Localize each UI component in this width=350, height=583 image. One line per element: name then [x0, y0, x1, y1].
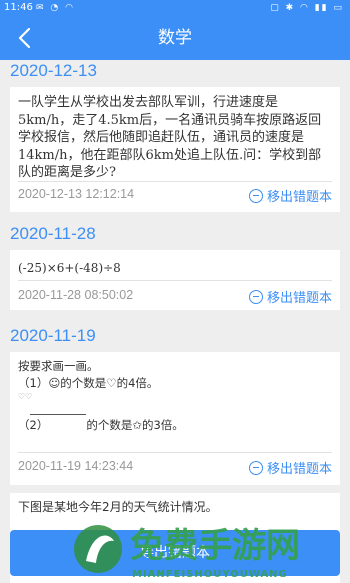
- timestamp: 2020-11-28 08:50:02: [18, 288, 134, 302]
- status-time: 11:46: [4, 2, 33, 13]
- nav-bar: 数学: [0, 16, 350, 60]
- answer-blank: [30, 405, 87, 415]
- remove-label: 移出错题本: [266, 462, 332, 477]
- remove-from-notebook-button[interactable]: 移出错题本: [248, 186, 332, 205]
- question-card[interactable]: (-25)×6+(-48)÷8 2020-11-28 08:50:02 移出错题…: [10, 250, 340, 310]
- question-card[interactable]: 一队学生从学校出发去部队军训，行进速度是5km/h，走了4.5km后，一名通讯员…: [10, 87, 340, 212]
- notification-icons: ✉ ◔ ◠: [36, 3, 75, 13]
- question-card[interactable]: 按要求画一画。 （1）☺的个数是♡的4倍。 ♡♡ （2） 的个数是✩的3倍。 20…: [10, 352, 340, 485]
- date-header: 2020-12-13: [10, 61, 97, 80]
- date-header: 2020-11-28: [10, 224, 96, 243]
- question-text: (-25)×6+(-48)÷8: [18, 261, 121, 275]
- divider: [18, 280, 332, 281]
- minus-circle-icon: [248, 460, 263, 475]
- question-line: （1）☺的个数是♡的4倍。: [18, 376, 159, 390]
- divider: [18, 181, 332, 182]
- date-header: 2020-11-19: [10, 326, 96, 345]
- page-title: 数学: [158, 28, 192, 48]
- system-icons: ▢ ✱ ◠ ▮▮ ▭: [270, 3, 344, 13]
- question-line: 按要求画一画。: [18, 359, 99, 373]
- status-bar: 11:46 ✉ ◔ ◠ ▢ ✱ ◠ ▮▮ ▭: [0, 0, 350, 16]
- remove-label: 移出错题本: [266, 291, 332, 306]
- timestamp: 2020-11-19 14:23:44: [18, 459, 134, 473]
- question-body: 按要求画一画。 （1）☺的个数是♡的4倍。 ♡♡ （2） 的个数是✩的3倍。: [18, 358, 332, 433]
- minus-circle-icon: [248, 289, 263, 304]
- remove-from-notebook-button[interactable]: 移出错题本: [248, 458, 332, 477]
- mistake-list[interactable]: 2020-12-13 一队学生从学校出发去部队军训，行进速度是5km/h，走了4…: [0, 60, 350, 583]
- minus-circle-icon: [248, 188, 263, 203]
- question-line: （2） 的个数是✩的3倍。: [18, 414, 332, 433]
- question-text: 一队学生从学校出发去部队军训，行进速度是5km/h，走了4.5km后，一名通讯员…: [18, 95, 322, 180]
- question-text: 下图是某地今年2月的天气统计情况。: [18, 500, 218, 514]
- divider: [18, 452, 332, 453]
- remove-label: 移出错题本: [266, 190, 332, 205]
- remove-from-notebook-button[interactable]: 移出错题本: [248, 287, 332, 306]
- timestamp: 2020-12-13 12:12:14: [18, 187, 135, 201]
- export-notebook-button[interactable]: 导出错题本: [10, 530, 340, 576]
- heart-shapes: ♡♡: [18, 392, 33, 401]
